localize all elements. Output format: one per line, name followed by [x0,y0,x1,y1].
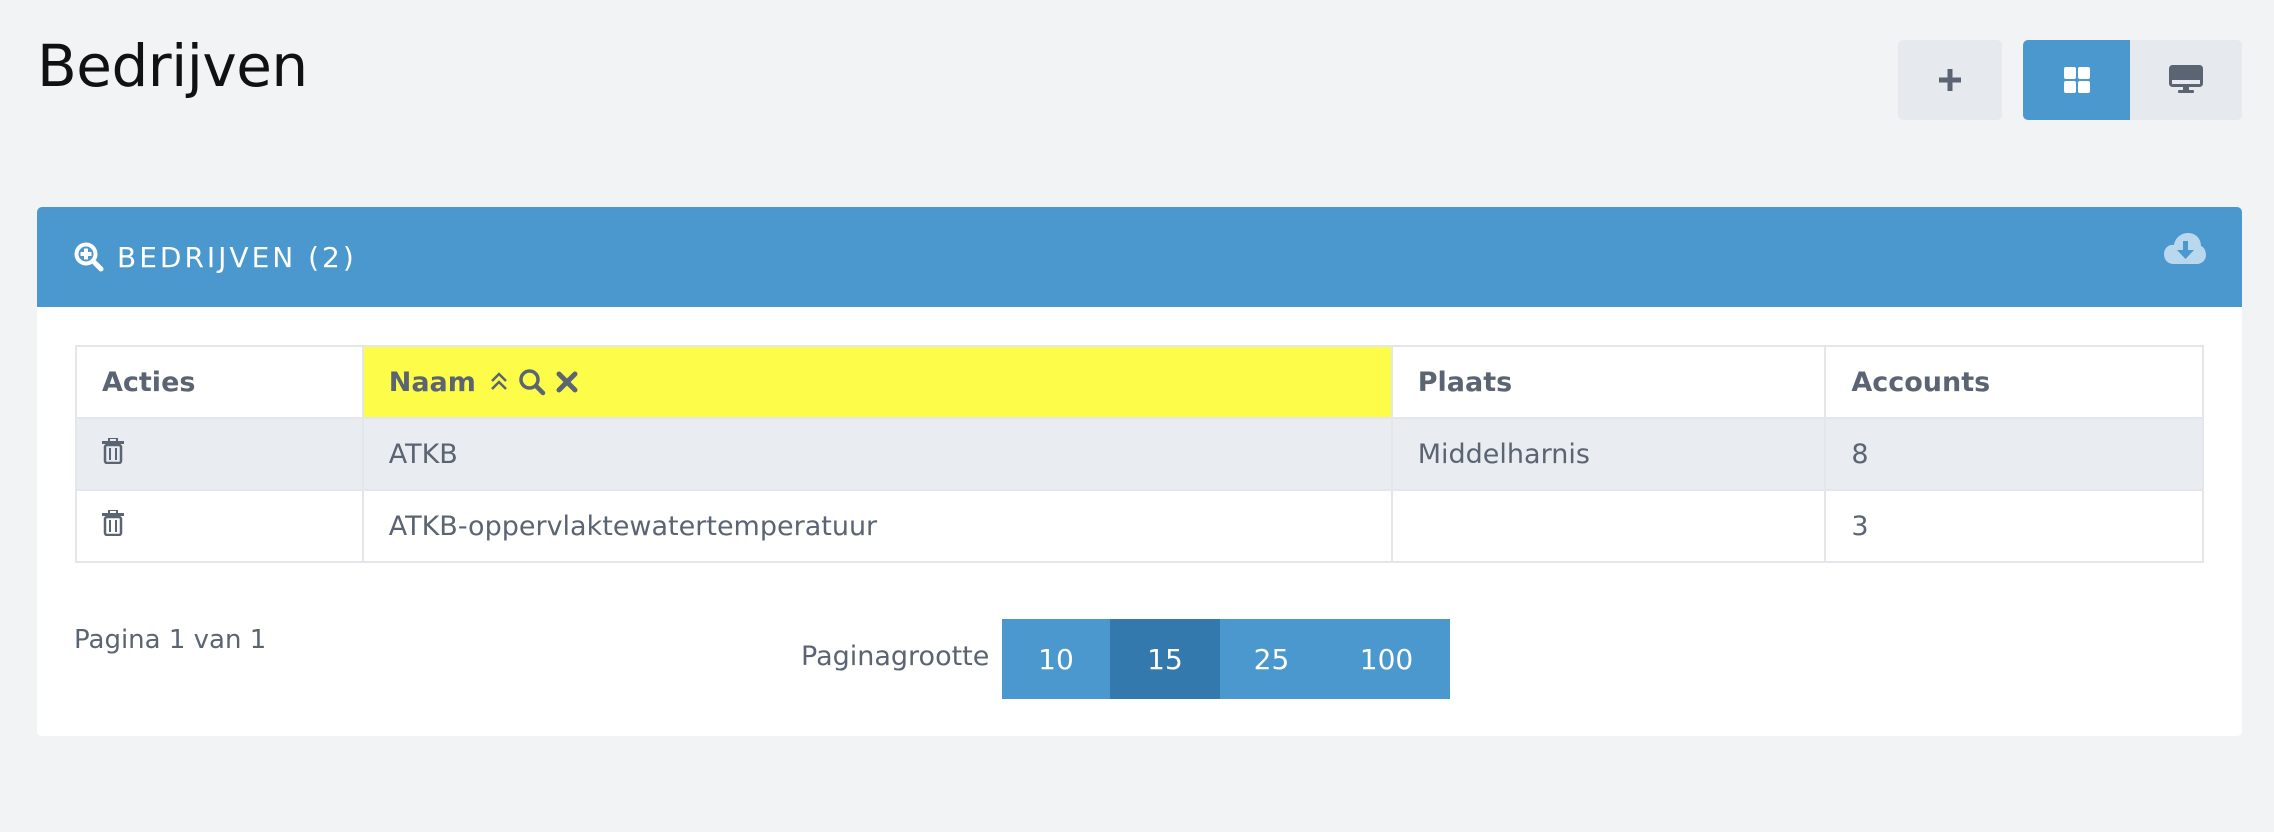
view-toolbar [1898,40,2242,120]
clear-filter-icon[interactable] [556,371,578,393]
row-city-cell [1390,489,1827,563]
row-accounts-cell: 3 [1824,489,2204,563]
zoom-in-icon [74,242,104,272]
row-name-cell[interactable]: ATKB [361,417,1393,491]
search-icon[interactable] [518,368,546,396]
grid-icon [2063,67,2090,93]
table-row[interactable]: ATKB-oppervlaktewatertemperatuur 3 [75,489,2204,563]
page-info: Pagina 1 van 1 [74,625,267,655]
page-size-25-button[interactable]: 25 [1220,619,1323,699]
row-city-cell: Middelharnis [1390,417,1827,491]
panel-header: BEDRIJVEN (2) [37,207,2242,307]
row-name-cell[interactable]: ATKB-oppervlaktewatertemperatuur [361,489,1393,563]
page-size-100-button[interactable]: 100 [1323,619,1450,699]
add-button[interactable] [1898,40,2002,120]
companies-panel: BEDRIJVEN (2) Acties Naam Plaats Account… [37,207,2242,736]
page-title: Bedrijven [37,32,308,100]
grid-view-button[interactable] [2023,40,2130,120]
row-actions-cell [75,489,364,563]
screen-view-button[interactable] [2130,40,2242,120]
monitor-icon [2169,65,2203,93]
trash-icon[interactable] [102,509,124,536]
companies-table: Acties Naam Plaats Accounts ATKB Middelh… [75,345,2204,563]
col-header-name[interactable]: Naam [361,345,1393,419]
sort-ascending-icon[interactable] [490,372,508,392]
plus-icon [1939,69,1961,91]
panel-title: BEDRIJVEN (2) [117,240,357,274]
row-accounts-cell: 8 [1824,417,2204,491]
page-size-10-button[interactable]: 10 [1002,619,1110,699]
col-header-accounts[interactable]: Accounts [1824,345,2204,419]
cloud-download-icon[interactable] [2164,233,2206,271]
table-header-row: Acties Naam Plaats Accounts [75,345,2204,419]
table-row[interactable]: ATKB Middelharnis 8 [75,417,2204,491]
col-header-name-label: Naam [388,366,476,398]
col-header-actions: Acties [75,345,364,419]
page-size-selector: 10 15 25 100 [1002,619,1450,699]
row-actions-cell [75,417,364,491]
page-size-label: Paginagrootte [801,641,990,672]
trash-icon[interactable] [102,437,124,464]
page-size-15-button[interactable]: 15 [1110,619,1220,699]
col-header-city[interactable]: Plaats [1390,345,1827,419]
